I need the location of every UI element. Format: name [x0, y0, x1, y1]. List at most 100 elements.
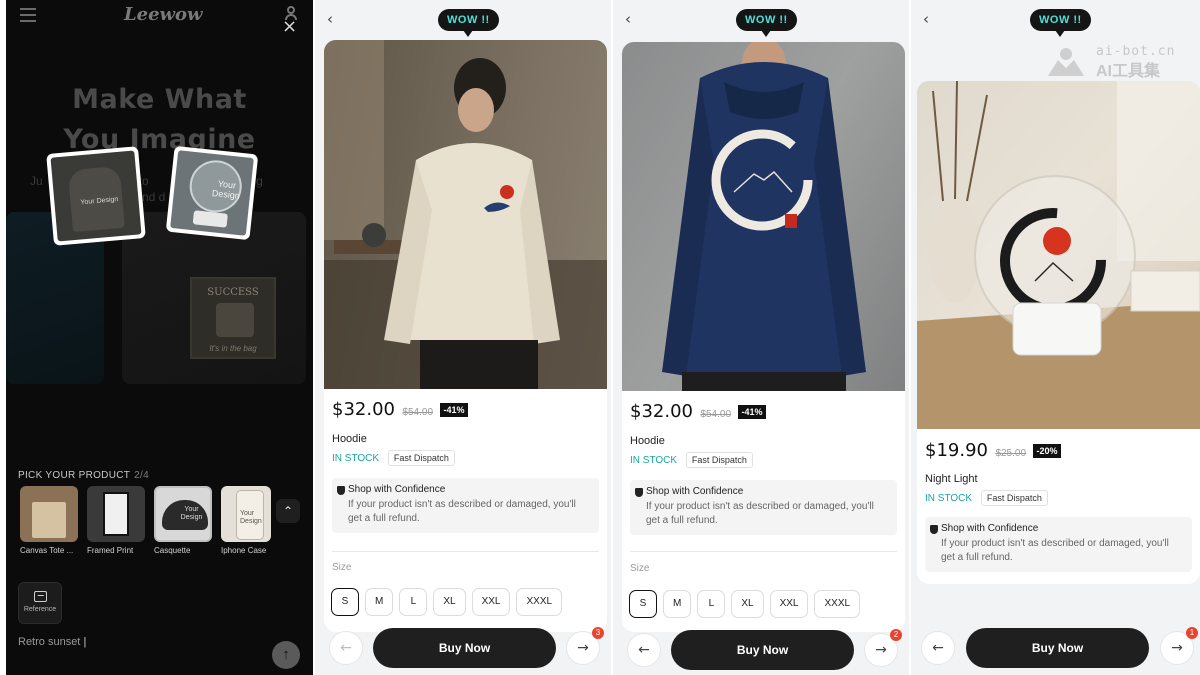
back-chevron-icon[interactable]: ‹ [923, 10, 929, 28]
price-row: $32.00 $54.00 -41% [332, 399, 468, 420]
price-row: $32.00 $54.00 -41% [630, 401, 766, 422]
product-card: $32.00 $54.00 -41% Hoodie IN STOCK Fast … [324, 40, 607, 632]
app-logo[interactable]: Leewow [124, 4, 203, 25]
watermark-logo-icon [1048, 48, 1084, 76]
prompt-input[interactable]: Retro sunset | [18, 636, 86, 648]
reference-label: Reference [23, 606, 57, 613]
chevron-up-icon[interactable]: ⌃ [276, 499, 300, 523]
size-option-m[interactable]: M [365, 588, 394, 616]
next-count-badge: 3 [592, 627, 604, 639]
product-option-label: Iphone Case [221, 546, 267, 555]
original-price: $54.00 [402, 407, 434, 418]
original-price: $25.00 [995, 448, 1027, 459]
size-option-xxxl[interactable]: XXXL [814, 590, 861, 618]
pick-product-title: PICK YOUR PRODUCT [18, 470, 131, 481]
framed-poster-image: SUCCESS It's in the bag [190, 277, 276, 359]
fast-dispatch-tag: Fast Dispatch [980, 490, 1048, 506]
shield-icon [337, 486, 345, 495]
size-option-xxl[interactable]: XXL [471, 588, 511, 616]
product-option-tote[interactable]: Canvas Tote ... [20, 486, 78, 555]
shop-confidence-box: Shop with Confidence If your product isn… [332, 478, 599, 533]
stock-row: IN STOCK Fast Dispatch [630, 452, 753, 468]
confidence-title: Shop with Confidence [348, 484, 446, 495]
shop-confidence-box: Shop with Confidence If your product isn… [925, 517, 1192, 572]
product-option-framed-print[interactable]: Framed Print [87, 486, 145, 555]
menu-icon[interactable] [20, 8, 36, 22]
product-name: Hoodie [332, 433, 367, 445]
hoodie-cream-illustration [324, 40, 607, 389]
buy-now-button[interactable]: Buy Now [373, 628, 556, 668]
buy-now-button[interactable]: Buy Now [966, 628, 1149, 668]
size-option-l[interactable]: L [399, 588, 428, 616]
prompt-text: Retro sunset [18, 636, 81, 648]
floating-nightlight-tile: Your Design [165, 145, 259, 241]
size-option-l[interactable]: L [697, 590, 726, 618]
size-option-xxl[interactable]: XXL [769, 590, 809, 618]
product-option-label: Casquette [154, 546, 191, 555]
night-light-illustration [917, 81, 1200, 429]
back-chevron-icon[interactable]: ‹ [625, 10, 631, 28]
product-image[interactable] [324, 40, 607, 389]
price: $19.90 [925, 440, 988, 461]
previous-arrow-icon[interactable]: ← [921, 631, 955, 665]
discount-badge: -20% [1033, 444, 1061, 458]
previous-arrow-icon[interactable]: ← [329, 631, 363, 665]
hoodie-navy-illustration [622, 42, 905, 391]
product-option-casquette[interactable]: Your Design Casquette [154, 486, 212, 555]
product-name: Hoodie [630, 435, 665, 447]
product-panel-night-light: ‹ WOW !! $19.90 $25.00 -20% Night Light … [911, 0, 1200, 675]
shield-icon [635, 488, 643, 497]
size-option-xl[interactable]: XL [731, 590, 764, 618]
stock-status: IN STOCK [332, 453, 380, 464]
price: $32.00 [332, 399, 395, 420]
next-count-badge: 2 [890, 629, 902, 641]
next-count-badge: 1 [1186, 627, 1198, 639]
screenshot-stage: Leewow × Make What You Imagine Ju oto ni… [0, 0, 1200, 675]
shield-icon [930, 525, 938, 534]
product-option-label: Framed Print [87, 546, 134, 555]
product-option-iphone-case[interactable]: Your Design Iphone Case [221, 486, 271, 555]
size-option-s[interactable]: S [331, 588, 359, 616]
poster-photo [216, 303, 254, 337]
back-chevron-icon[interactable]: ‹ [327, 10, 333, 28]
stock-status: IN STOCK [630, 455, 678, 466]
price: $32.00 [630, 401, 693, 422]
product-name: Night Light [925, 473, 978, 485]
confidence-title: Shop with Confidence [941, 523, 1039, 534]
fast-dispatch-tag: Fast Dispatch [387, 450, 455, 466]
size-option-xl[interactable]: XL [433, 588, 466, 616]
reference-button[interactable]: Reference [18, 582, 62, 624]
size-option-s[interactable]: S [629, 590, 657, 618]
fast-dispatch-tag: Fast Dispatch [685, 452, 753, 468]
pick-product-count: 2/4 [134, 470, 149, 481]
wow-badge: WOW !! [1030, 9, 1091, 37]
divider [630, 551, 897, 552]
close-icon[interactable]: × [282, 16, 297, 37]
floating-hoodie-tile: Your Design [46, 146, 146, 246]
previous-arrow-icon[interactable]: ← [627, 633, 661, 667]
product-image[interactable] [622, 42, 905, 391]
product-card: $19.90 $25.00 -20% Night Light IN STOCK … [917, 81, 1200, 584]
size-label: Size [630, 563, 650, 574]
case-design-label: Your Design [240, 510, 262, 525]
pick-product-heading: PICK YOUR PRODUCT 2/4 [18, 470, 149, 481]
confidence-text: If your product isn't as described or da… [348, 499, 576, 524]
stock-row: IN STOCK Fast Dispatch [332, 450, 455, 466]
shop-confidence-box: Shop with Confidence If your product isn… [630, 480, 897, 535]
size-option-xxxl[interactable]: XXXL [516, 588, 563, 616]
send-arrow-icon[interactable]: ↑ [272, 641, 300, 669]
text-caret: | [83, 636, 87, 648]
stock-status: IN STOCK [925, 493, 973, 504]
hero-title-line2: You Imagine [63, 124, 256, 155]
product-panel-hoodie-navy: ‹ WOW !! $32.00 $54.00 -41% Hoodie IN ST… [613, 0, 909, 675]
price-row: $19.90 $25.00 -20% [925, 440, 1061, 461]
size-label: Size [332, 562, 352, 573]
cap-design-label: Your Design [180, 506, 203, 521]
buy-now-button[interactable]: Buy Now [671, 630, 854, 670]
image-icon [33, 591, 47, 602]
product-image[interactable] [917, 81, 1200, 429]
design-editor-panel: Leewow × Make What You Imagine Ju oto ni… [6, 0, 313, 675]
confidence-text: If your product isn't as described or da… [646, 501, 874, 526]
discount-badge: -41% [738, 405, 766, 419]
size-option-m[interactable]: M [663, 590, 692, 618]
